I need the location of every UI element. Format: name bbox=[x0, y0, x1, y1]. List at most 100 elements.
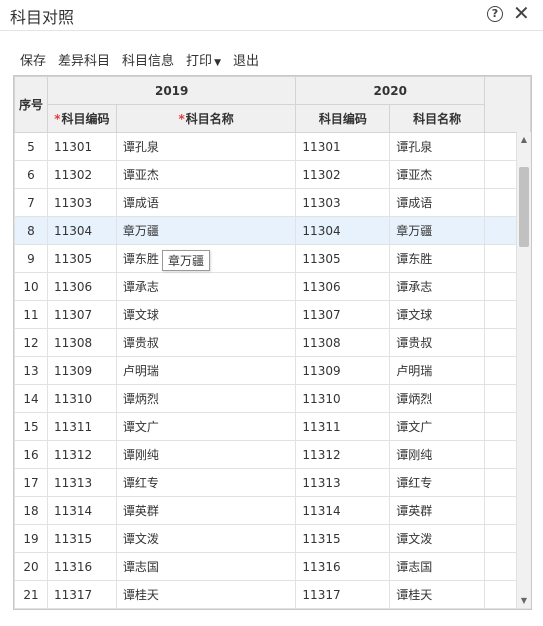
table-row[interactable]: 17 11313 谭红专 11313 谭红专 bbox=[14, 468, 531, 497]
name-2019-cell[interactable]: 谭承志 bbox=[115, 272, 297, 301]
seq-cell[interactable]: 8 bbox=[14, 216, 48, 245]
seq-cell[interactable]: 20 bbox=[14, 552, 48, 581]
account-info-button[interactable]: 科目信息 bbox=[122, 50, 174, 70]
table-row[interactable]: 20 11316 谭志国 11316 谭志国 bbox=[14, 552, 531, 581]
name-2020-cell[interactable]: 谭文广 bbox=[389, 412, 486, 441]
name-2020-cell[interactable]: 谭刚纯 bbox=[389, 440, 486, 469]
seq-cell[interactable]: 7 bbox=[14, 188, 48, 217]
seq-cell[interactable]: 19 bbox=[14, 524, 48, 553]
code-2019-cell[interactable]: 11304 bbox=[46, 216, 117, 245]
code-2019-cell[interactable]: 11302 bbox=[46, 160, 117, 189]
code-2019-cell[interactable]: 11306 bbox=[46, 272, 117, 301]
exit-button[interactable]: 退出 bbox=[233, 50, 259, 70]
seq-cell[interactable]: 21 bbox=[14, 580, 48, 609]
name-2020-cell[interactable]: 谭红专 bbox=[389, 468, 486, 497]
name-2020-cell[interactable]: 卢明瑞 bbox=[389, 356, 486, 385]
help-icon[interactable]: ? bbox=[487, 6, 503, 22]
code-2020-cell[interactable]: 11310 bbox=[295, 384, 391, 413]
table-row[interactable]: 14 11310 谭炳烈 11310 谭炳烈 bbox=[14, 384, 531, 413]
name-2020-header[interactable]: 科目名称 bbox=[389, 104, 486, 133]
name-2019-cell[interactable]: 章万疆 bbox=[115, 216, 297, 245]
close-icon[interactable]: ✕ bbox=[513, 1, 530, 25]
name-2019-cell[interactable]: 谭文球 bbox=[115, 300, 297, 329]
code-2020-cell[interactable]: 11307 bbox=[295, 300, 391, 329]
name-2019-header[interactable]: *科目名称 bbox=[115, 104, 297, 133]
name-2020-cell[interactable]: 谭成语 bbox=[389, 188, 486, 217]
name-2020-cell[interactable]: 章万疆 bbox=[389, 216, 486, 245]
table-row[interactable]: 16 11312 谭刚纯 11312 谭刚纯 bbox=[14, 440, 531, 469]
vertical-scrollbar[interactable]: ▲ ▼ bbox=[516, 132, 531, 608]
name-2020-cell[interactable]: 谭桂天 bbox=[389, 580, 486, 609]
code-2020-cell[interactable]: 11304 bbox=[295, 216, 391, 245]
table-row[interactable]: 8 11304 章万疆 11304 章万疆 bbox=[14, 216, 531, 245]
code-2019-cell[interactable]: 11311 bbox=[46, 412, 117, 441]
code-2019-cell[interactable]: 11316 bbox=[46, 552, 117, 581]
code-2020-cell[interactable]: 11301 bbox=[295, 132, 391, 161]
code-2020-cell[interactable]: 11312 bbox=[295, 440, 391, 469]
table-row[interactable]: 6 11302 谭亚杰 11302 谭亚杰 bbox=[14, 160, 531, 189]
code-2019-cell[interactable]: 11309 bbox=[46, 356, 117, 385]
table-row[interactable]: 7 11303 谭成语 11303 谭成语 bbox=[14, 188, 531, 217]
code-2019-cell[interactable]: 11307 bbox=[46, 300, 117, 329]
code-2020-header[interactable]: 科目编码 bbox=[295, 104, 391, 133]
name-2020-cell[interactable]: 谭亚杰 bbox=[389, 160, 486, 189]
code-2019-cell[interactable]: 11315 bbox=[46, 524, 117, 553]
name-2020-cell[interactable]: 谭志国 bbox=[389, 552, 486, 581]
scroll-thumb[interactable] bbox=[519, 167, 529, 247]
table-row[interactable]: 5 11301 谭孔泉 11301 谭孔泉 bbox=[14, 132, 531, 161]
name-2019-cell[interactable]: 谭志国 bbox=[115, 552, 297, 581]
scroll-up-icon[interactable]: ▲ bbox=[517, 135, 531, 144]
code-2019-cell[interactable]: 11308 bbox=[46, 328, 117, 357]
code-2019-cell[interactable]: 11317 bbox=[46, 580, 117, 609]
name-2020-cell[interactable]: 谭英群 bbox=[389, 496, 486, 525]
seq-cell[interactable]: 9 bbox=[14, 244, 48, 273]
diff-accounts-button[interactable]: 差异科目 bbox=[58, 50, 110, 70]
table-row[interactable]: 18 11314 谭英群 11314 谭英群 bbox=[14, 496, 531, 525]
name-2019-cell[interactable]: 谭成语 bbox=[115, 188, 297, 217]
table-row[interactable]: 19 11315 谭文泼 11315 谭文泼 bbox=[14, 524, 531, 553]
table-row[interactable]: 15 11311 谭文广 11311 谭文广 bbox=[14, 412, 531, 441]
seq-cell[interactable]: 16 bbox=[14, 440, 48, 469]
name-2020-cell[interactable]: 谭承志 bbox=[389, 272, 486, 301]
seq-cell[interactable]: 5 bbox=[14, 132, 48, 161]
code-2019-cell[interactable]: 11301 bbox=[46, 132, 117, 161]
code-2020-cell[interactable]: 11316 bbox=[295, 552, 391, 581]
code-2020-cell[interactable]: 11308 bbox=[295, 328, 391, 357]
print-button[interactable]: 打印 ▼ bbox=[186, 50, 221, 70]
code-2020-cell[interactable]: 11303 bbox=[295, 188, 391, 217]
code-2019-cell[interactable]: 11305 bbox=[46, 244, 117, 273]
table-row[interactable]: 13 11309 卢明瑞 11309 卢明瑞 bbox=[14, 356, 531, 385]
name-2019-cell[interactable]: 谭刚纯 bbox=[115, 440, 297, 469]
code-2020-cell[interactable]: 11302 bbox=[295, 160, 391, 189]
seq-cell[interactable]: 18 bbox=[14, 496, 48, 525]
code-2020-cell[interactable]: 11311 bbox=[295, 412, 391, 441]
code-2020-cell[interactable]: 11314 bbox=[295, 496, 391, 525]
code-2020-cell[interactable]: 11305 bbox=[295, 244, 391, 273]
name-2019-cell[interactable]: 谭红专 bbox=[115, 468, 297, 497]
name-2019-cell[interactable]: 谭孔泉 bbox=[115, 132, 297, 161]
name-2019-cell[interactable]: 谭英群 bbox=[115, 496, 297, 525]
code-2019-cell[interactable]: 11312 bbox=[46, 440, 117, 469]
seq-cell[interactable]: 15 bbox=[14, 412, 48, 441]
name-2020-cell[interactable]: 谭文泼 bbox=[389, 524, 486, 553]
code-2019-cell[interactable]: 11303 bbox=[46, 188, 117, 217]
name-2019-cell[interactable]: 谭亚杰 bbox=[115, 160, 297, 189]
code-2019-cell[interactable]: 11313 bbox=[46, 468, 117, 497]
seq-cell[interactable]: 14 bbox=[14, 384, 48, 413]
seq-cell[interactable]: 10 bbox=[14, 272, 48, 301]
seq-cell[interactable]: 11 bbox=[14, 300, 48, 329]
code-2020-cell[interactable]: 11317 bbox=[295, 580, 391, 609]
table-row[interactable]: 21 11317 谭桂天 11317 谭桂天 bbox=[14, 580, 531, 609]
name-2020-cell[interactable]: 谭炳烈 bbox=[389, 384, 486, 413]
name-2019-cell[interactable]: 谭桂天 bbox=[115, 580, 297, 609]
name-2019-cell[interactable]: 谭文泼 bbox=[115, 524, 297, 553]
table-row[interactable]: 12 11308 谭贵叔 11308 谭贵叔 bbox=[14, 328, 531, 357]
code-2020-cell[interactable]: 11315 bbox=[295, 524, 391, 553]
code-2020-cell[interactable]: 11313 bbox=[295, 468, 391, 497]
seq-cell[interactable]: 13 bbox=[14, 356, 48, 385]
name-2020-cell[interactable]: 谭文球 bbox=[389, 300, 486, 329]
name-2019-cell[interactable]: 卢明瑞 bbox=[115, 356, 297, 385]
name-2019-cell[interactable]: 谭贵叔 bbox=[115, 328, 297, 357]
name-2020-cell[interactable]: 谭贵叔 bbox=[389, 328, 486, 357]
code-2020-cell[interactable]: 11306 bbox=[295, 272, 391, 301]
